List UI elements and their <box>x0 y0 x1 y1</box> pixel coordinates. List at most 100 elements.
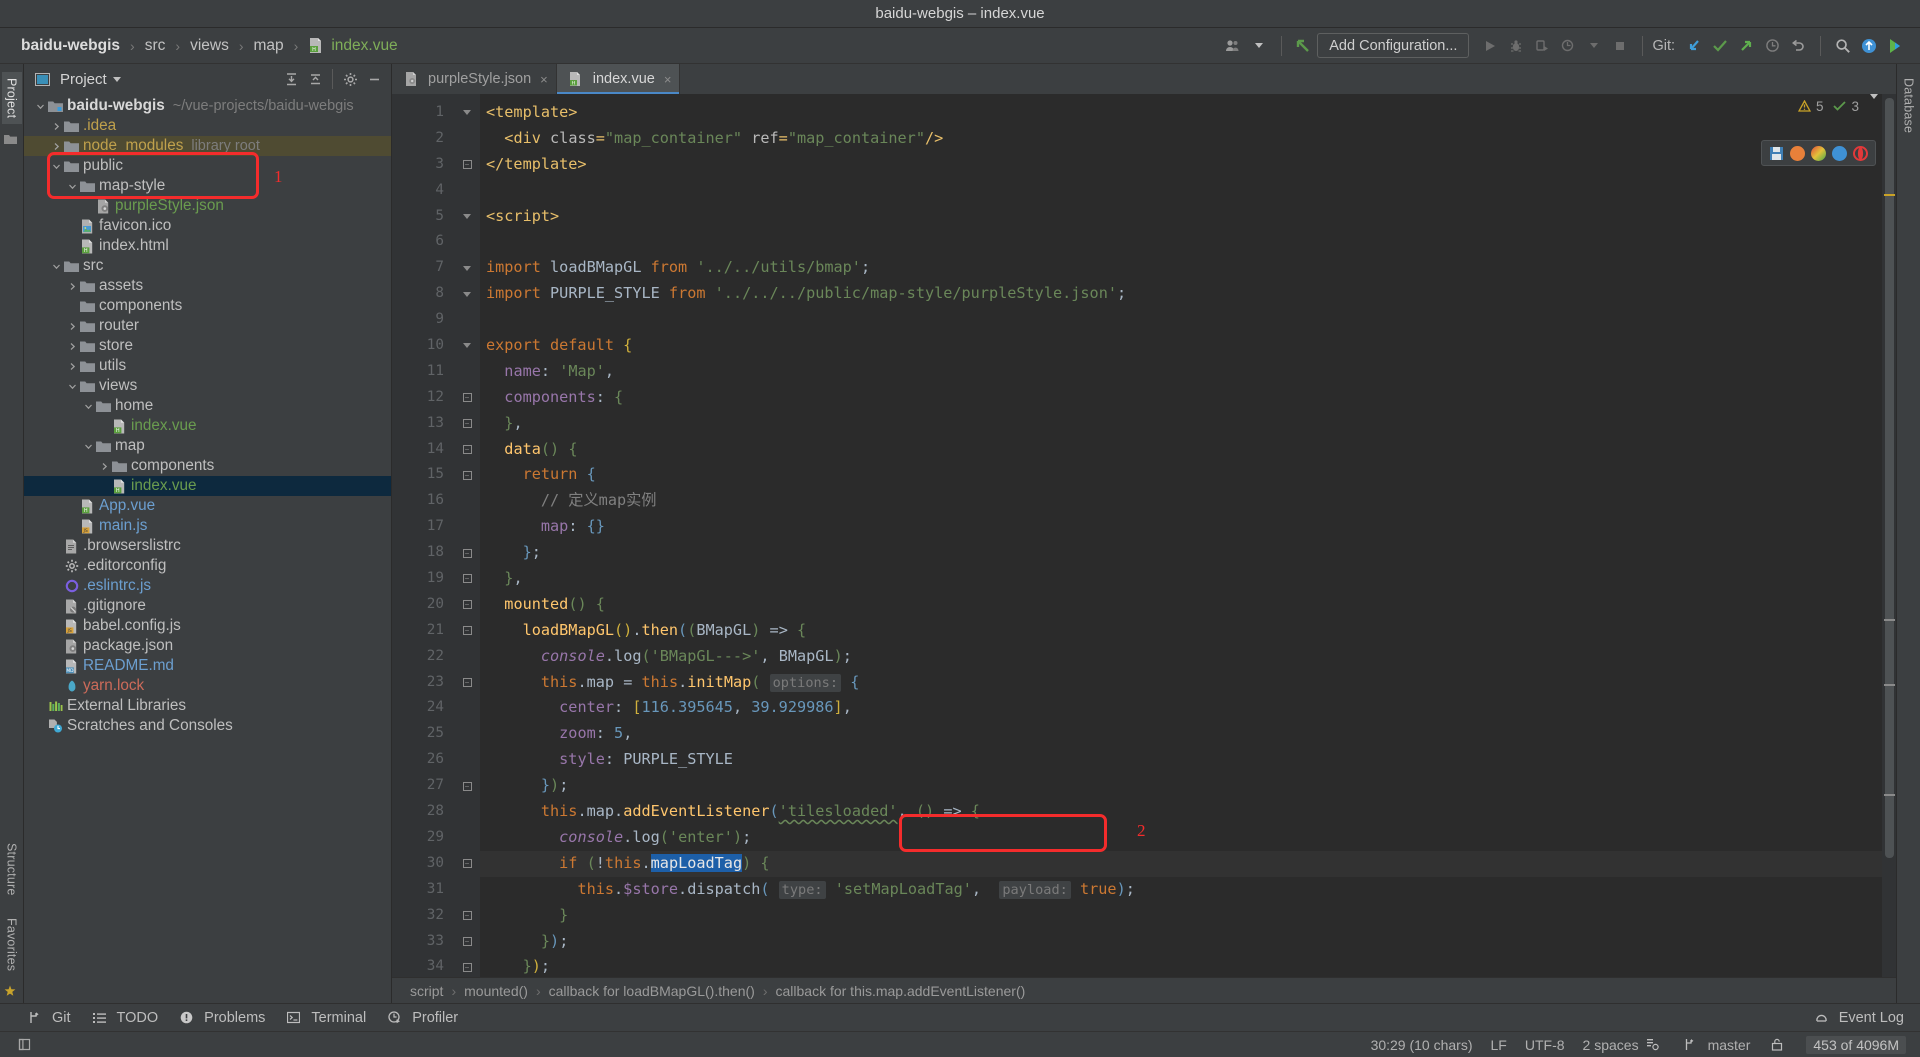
user-avatar-icon[interactable] <box>1220 32 1246 60</box>
chevron-down-icon[interactable] <box>1246 32 1272 60</box>
tree-row-purplestyle-json[interactable]: purpleStyle.json <box>24 196 391 216</box>
git-update-icon[interactable] <box>1681 32 1707 60</box>
fold-toggle-icon[interactable]: − <box>454 618 480 644</box>
code-line[interactable] <box>480 229 1882 255</box>
code-line[interactable]: }); <box>480 929 1882 955</box>
tree-row-router[interactable]: router <box>24 316 391 336</box>
close-icon[interactable]: × <box>664 72 672 87</box>
tree-row-components[interactable]: components <box>24 456 391 476</box>
code-line[interactable]: </template> <box>480 152 1882 178</box>
fold-toggle-icon[interactable] <box>454 100 480 126</box>
code-folding-column[interactable]: −−−−−−−−−−−−−−−− <box>454 94 480 977</box>
editor-breadcrumb-item-script[interactable]: script <box>410 983 443 999</box>
event-log-button[interactable]: Event Log <box>1813 1010 1920 1026</box>
tool-button-problems[interactable]: Problems <box>178 1010 265 1026</box>
fold-toggle-icon[interactable]: − <box>454 773 480 799</box>
code-line[interactable]: map: {} <box>480 514 1882 540</box>
lock-icon[interactable] <box>1768 1038 1785 1051</box>
project-file-tree[interactable]: baidu-webgis ~/vue-projects/baidu-webgis.… <box>24 94 391 1003</box>
multicolor-dot-icon[interactable] <box>1811 145 1826 161</box>
code-line[interactable]: }, <box>480 566 1882 592</box>
tool-button-git[interactable]: Git <box>26 1010 71 1026</box>
run-icon[interactable] <box>1477 32 1503 60</box>
chevron-down-icon[interactable] <box>1870 94 1878 114</box>
line-separator[interactable]: LF <box>1491 1037 1507 1053</box>
tree-row--editorconfig[interactable]: .editorconfig <box>24 556 391 576</box>
fold-toggle-icon[interactable]: − <box>454 462 480 488</box>
search-icon[interactable] <box>1830 32 1856 60</box>
tool-button-terminal[interactable]: Terminal <box>285 1010 366 1026</box>
tree-row-scratches-and-consoles[interactable]: Scratches and Consoles <box>24 716 391 736</box>
code-line[interactable]: components: { <box>480 385 1882 411</box>
orange-dot-icon[interactable] <box>1790 145 1805 161</box>
code-line[interactable]: center: [116.395645, 39.929986], <box>480 695 1882 721</box>
caret-position[interactable]: 30:29 (10 chars) <box>1371 1037 1473 1053</box>
breadcrumb-item-views[interactable]: views <box>187 37 232 55</box>
tree-row-public[interactable]: public <box>24 156 391 176</box>
breadcrumb-item-project[interactable]: baidu-webgis <box>18 37 123 55</box>
rail-item-project[interactable]: Project <box>1 72 22 125</box>
fold-toggle-icon[interactable]: − <box>454 540 480 566</box>
tree-row-external-libraries[interactable]: External Libraries <box>24 696 391 716</box>
collapse-all-icon[interactable] <box>304 68 326 90</box>
chevron-down-icon[interactable] <box>50 162 63 171</box>
code-line[interactable]: data() { <box>480 437 1882 463</box>
tree-row--browserslistrc[interactable]: .browserslistrc <box>24 536 391 556</box>
add-configuration-button[interactable]: Add Configuration... <box>1317 33 1470 58</box>
code-line[interactable]: zoom: 5, <box>480 721 1882 747</box>
code-content[interactable]: <template> <div class="map_container" re… <box>480 94 1882 977</box>
chevron-down-icon[interactable] <box>66 382 79 391</box>
scrollbar-thumb[interactable] <box>1885 98 1894 858</box>
blue-dot-icon[interactable] <box>1832 145 1847 161</box>
opera-icon[interactable] <box>1853 145 1868 161</box>
fold-toggle-icon[interactable]: − <box>454 903 480 929</box>
chevron-right-icon[interactable] <box>66 342 79 351</box>
chevron-right-icon[interactable] <box>50 122 63 131</box>
breadcrumb-item-file[interactable]: index.vue <box>328 37 400 55</box>
editor-breadcrumb-item-mounted[interactable]: mounted() <box>464 983 528 999</box>
fold-toggle-icon[interactable] <box>454 204 480 230</box>
code-line[interactable]: } <box>480 903 1882 929</box>
editor-float-widget[interactable] <box>1761 140 1876 166</box>
indent-setting[interactable]: 2 spaces <box>1583 1037 1664 1053</box>
code-line[interactable]: name: 'Map', <box>480 359 1882 385</box>
hide-panel-icon[interactable] <box>363 68 385 90</box>
tree-row-yarn-lock[interactable]: yarn.lock <box>24 676 391 696</box>
stop-icon[interactable] <box>1607 32 1633 60</box>
fold-toggle-icon[interactable]: − <box>454 437 480 463</box>
fold-toggle-icon[interactable]: − <box>454 954 480 977</box>
tree-row-assets[interactable]: assets <box>24 276 391 296</box>
save-all-icon[interactable] <box>1769 146 1784 161</box>
settings-gear-icon[interactable] <box>339 68 361 90</box>
code-line[interactable]: this.map = this.initMap( options: { <box>480 670 1882 696</box>
code-line[interactable]: style: PURPLE_STYLE <box>480 747 1882 773</box>
file-encoding[interactable]: UTF-8 <box>1525 1037 1565 1053</box>
code-line[interactable]: console.log('BMapGL--->', BMapGL); <box>480 644 1882 670</box>
history-icon[interactable] <box>1759 32 1785 60</box>
code-line[interactable]: return { <box>480 462 1882 488</box>
tree-row-utils[interactable]: utils <box>24 356 391 376</box>
tree-row-main-js[interactable]: JS main.js <box>24 516 391 536</box>
code-line[interactable]: // 定义map实例 <box>480 488 1882 514</box>
chevron-right-icon[interactable] <box>50 142 63 151</box>
code-line[interactable] <box>480 307 1882 333</box>
chevron-down-icon[interactable] <box>82 402 95 411</box>
tree-row-src[interactable]: src <box>24 256 391 276</box>
breadcrumb-item-src[interactable]: src <box>142 37 169 55</box>
chevron-down-icon[interactable] <box>82 442 95 451</box>
fold-toggle-icon[interactable] <box>454 255 480 281</box>
code-line[interactable]: }); <box>480 954 1882 977</box>
tree-row--gitignore[interactable]: .gitignore <box>24 596 391 616</box>
tree-row-views[interactable]: views <box>24 376 391 396</box>
tree-row-store[interactable]: store <box>24 336 391 356</box>
tree-row-readme-md[interactable]: MD README.md <box>24 656 391 676</box>
tree-row--idea[interactable]: .idea <box>24 116 391 136</box>
fold-toggle-icon[interactable]: − <box>454 592 480 618</box>
git-branch-widget[interactable]: master <box>1682 1037 1750 1053</box>
fold-toggle-icon[interactable] <box>454 333 480 359</box>
debug-icon[interactable] <box>1503 32 1529 60</box>
fold-toggle-icon[interactable]: − <box>454 385 480 411</box>
code-line[interactable]: this.map.addEventListener('tilesloaded',… <box>480 799 1882 825</box>
code-line[interactable]: import PURPLE_STYLE from '../../../publi… <box>480 281 1882 307</box>
undo-icon[interactable] <box>1785 32 1811 60</box>
